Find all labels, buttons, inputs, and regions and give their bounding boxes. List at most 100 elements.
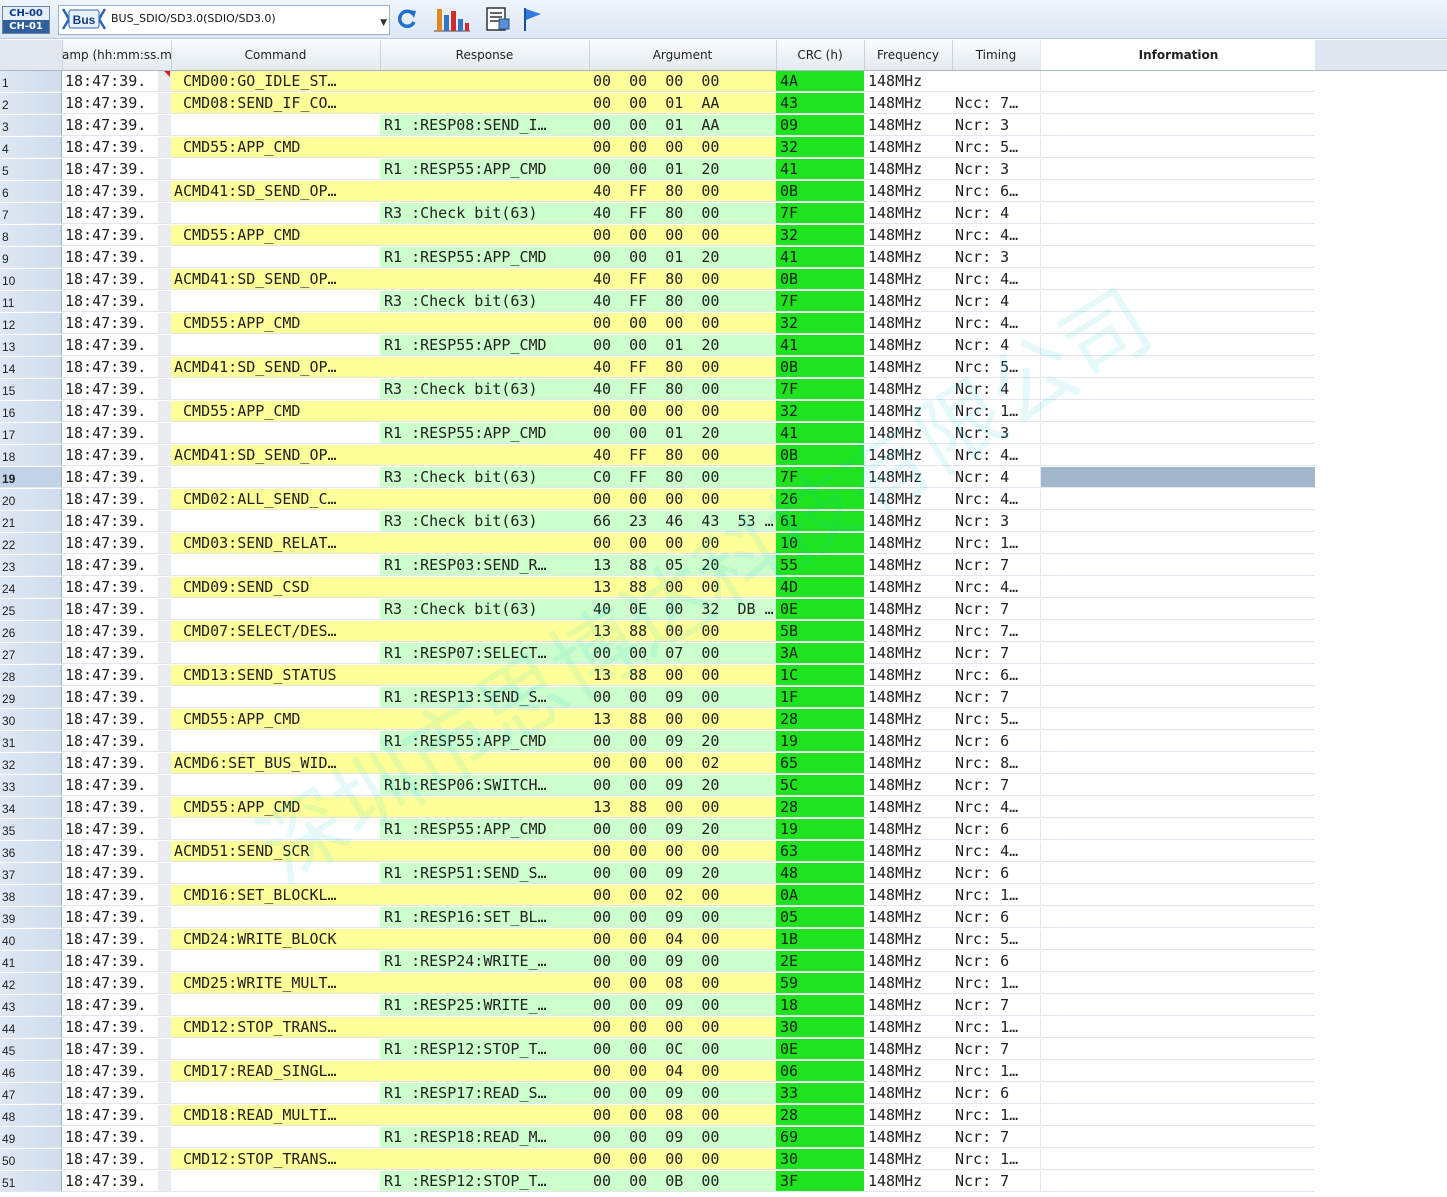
table-row[interactable]: 49 18:47:39. R1 :RESP18:READ_M… 00 00 09 00… (0, 1127, 1447, 1149)
crc-column-header[interactable]: CRC (h) (776, 40, 865, 70)
table-row[interactable]: 4 18:47:39. CMD55:APP_CMD 00 00 00 00 32 148… (0, 137, 1447, 159)
response-cell: R1 :RESP25:WRITE_… (380, 995, 589, 1016)
table-row[interactable]: 40 18:47:39. CMD24:WRITE_BLOCK 00 00 04 00… (0, 929, 1447, 951)
table-row[interactable]: 23 18:47:39. R1 :RESP03:SEND_R… 13 88 05 20… (0, 555, 1447, 577)
table-row[interactable]: 25 18:47:39. R3 :Check bit(63) 40 0E 00 32 … (0, 599, 1447, 621)
statistics-button[interactable] (432, 5, 472, 33)
crc-cell: 59 (776, 973, 864, 994)
table-row[interactable]: 19 18:47:39. R3 :Check bit(63) C0 FF 80 00 7… (0, 467, 1447, 489)
table-row[interactable]: 15 18:47:39. R3 :Check bit(63) 40 FF 80 00 7… (0, 379, 1447, 401)
table-row[interactable]: 7 18:47:39. R3 :Check bit(63) 40 FF 80 00 7F… (0, 203, 1447, 225)
crc-cell: 7F (776, 291, 864, 312)
frequency-cell: 148MHz (864, 885, 952, 906)
argument-column-header[interactable]: Argument (589, 40, 777, 70)
table-row[interactable]: 32 18:47:39. ACMD6:SET_BUS_WID… 00 00 00 02… (0, 753, 1447, 775)
timestamp-overflow-cell (158, 797, 171, 818)
table-row[interactable]: 18 18:47:39. ACMD41:SD_SEND_OP… 40 FF 80 00… (0, 445, 1447, 467)
command-cell (171, 247, 380, 268)
information-cell (1040, 1083, 1315, 1104)
command-column-header[interactable]: Command (171, 40, 381, 70)
table-row[interactable]: 46 18:47:39. CMD17:READ_SINGL… 00 00 04 00… (0, 1061, 1447, 1083)
response-cell: R3 :Check bit(63) (380, 203, 589, 224)
command-cell: ACMD41:SD_SEND_OP… (171, 445, 380, 466)
frequency-cell: 148MHz (864, 687, 952, 708)
table-row[interactable]: 31 18:47:39. R1 :RESP55:APP_CMD 00 00 09 20… (0, 731, 1447, 753)
timing-column-header[interactable]: Timing (952, 40, 1041, 70)
crc-cell: 0B (776, 357, 864, 378)
frequency-cell: 148MHz (864, 709, 952, 730)
timestamp-cell: 18:47:39. (62, 159, 158, 180)
timestamp-cell: 18:47:39. (62, 731, 158, 752)
bus-select[interactable]: Bus BUS_SDIO/SD3.0(SDIO/SD3.0) ▼ (58, 5, 390, 35)
table-row[interactable]: 42 18:47:39. CMD25:WRITE_MULT… 00 00 08 00… (0, 973, 1447, 995)
frequency-cell: 148MHz (864, 951, 952, 972)
table-row[interactable]: 51 18:47:39. R1 :RESP12:STOP_T… 00 00 0B 00… (0, 1171, 1447, 1193)
timing-cell: Nrc: 6… (952, 181, 1040, 202)
crc-cell: 41 (776, 423, 864, 444)
table-row[interactable]: 12 18:47:39. CMD55:APP_CMD 00 00 00 00 32 14… (0, 313, 1447, 335)
table-row[interactable]: 2 18:47:39. CMD08:SEND_IF_CO… 00 00 01 AA 4… (0, 93, 1447, 115)
timestamp-overflow-cell (158, 357, 171, 378)
marker-button[interactable] (518, 5, 546, 33)
information-cell (1040, 951, 1315, 972)
crc-cell: 10 (776, 533, 864, 554)
row-number: 1 (0, 71, 62, 92)
table-row[interactable]: 16 18:47:39. CMD55:APP_CMD 00 00 00 00 32 14… (0, 401, 1447, 423)
timestamp-cell: 18:47:39. (62, 907, 158, 928)
timestamp-overflow-cell (158, 599, 171, 620)
table-row[interactable]: 14 18:47:39. ACMD41:SD_SEND_OP… 40 FF 80 00… (0, 357, 1447, 379)
table-row[interactable]: 8 18:47:39. CMD55:APP_CMD 00 00 00 00 32 148… (0, 225, 1447, 247)
table-row[interactable]: 27 18:47:39. R1 :RESP07:SELECT… 00 00 07 00… (0, 643, 1447, 665)
table-row[interactable]: 24 18:47:39. CMD09:SEND_CSD 13 88 00 00 4D 1… (0, 577, 1447, 599)
table-row[interactable]: 38 18:47:39. CMD16:SET_BLOCKL… 00 00 02 00… (0, 885, 1447, 907)
table-row[interactable]: 21 18:47:39. R3 :Check bit(63) 66 23 46 43 … (0, 511, 1447, 533)
table-row[interactable]: 43 18:47:39. R1 :RESP25:WRITE_… 00 00 09 00… (0, 995, 1447, 1017)
table-row[interactable]: 10 18:47:39. ACMD41:SD_SEND_OP… 40 FF 80 00… (0, 269, 1447, 291)
table-row[interactable]: 28 18:47:39. CMD13:SEND_STATUS 13 88 00 00… (0, 665, 1447, 687)
table-row[interactable]: 41 18:47:39. R1 :RESP24:WRITE_… 00 00 09 00… (0, 951, 1447, 973)
timestamp-cell: 18:47:39. (62, 841, 158, 862)
frequency-cell: 148MHz (864, 1127, 952, 1148)
command-cell (171, 1127, 380, 1148)
timestamp-column-header[interactable]: amp (hh:mm:ss.ms (62, 40, 172, 70)
timestamp-cell: 18:47:39. (62, 599, 158, 620)
table-row[interactable]: 39 18:47:39. R1 :RESP16:SET_BL… 00 00 09 00… (0, 907, 1447, 929)
table-row[interactable]: 3 18:47:39. R1 :RESP08:SEND_I… 00 00 01 AA 0… (0, 115, 1447, 137)
table-row[interactable]: 17 18:47:39. R1 :RESP55:APP_CMD 00 00 01 20… (0, 423, 1447, 445)
frequency-cell: 148MHz (864, 599, 952, 620)
row-number: 10 (0, 269, 62, 290)
table-row[interactable]: 26 18:47:39. CMD07:SELECT/DES… 13 88 00 00… (0, 621, 1447, 643)
table-row[interactable]: 34 18:47:39. CMD55:APP_CMD 13 88 00 00 28 14… (0, 797, 1447, 819)
table-row[interactable]: 37 18:47:39. R1 :RESP51:SEND_S… 00 00 09 20… (0, 863, 1447, 885)
table-row[interactable]: 5 18:47:39. R1 :RESP55:APP_CMD 00 00 01 20 4… (0, 159, 1447, 181)
table-row[interactable]: 30 18:47:39. CMD55:APP_CMD 13 88 00 00 28 14… (0, 709, 1447, 731)
timestamp-overflow-cell (158, 1017, 171, 1038)
report-button[interactable] (484, 5, 512, 33)
table-row[interactable]: 29 18:47:39. R1 :RESP13:SEND_S… 00 00 09 00… (0, 687, 1447, 709)
information-column-header[interactable]: Information (1040, 40, 1317, 70)
table-row[interactable]: 1 18:47:39. CMD00:GO_IDLE_ST… 00 00 00 00 4… (0, 71, 1447, 93)
table-row[interactable]: 22 18:47:39. CMD03:SEND_RELAT… 00 00 00 00… (0, 533, 1447, 555)
table-row[interactable]: 47 18:47:39. R1 :RESP17:READ_S… 00 00 09 00… (0, 1083, 1447, 1105)
table-row[interactable]: 45 18:47:39. R1 :RESP12:STOP_T… 00 00 0C 00… (0, 1039, 1447, 1061)
table-row[interactable]: 36 18:47:39. ACMD51:SEND_SCR 00 00 00 00 63 1… (0, 841, 1447, 863)
channel-toggle-button[interactable]: CH-00 CH-01 (2, 6, 50, 34)
timing-cell: Nrc: 1… (952, 1017, 1040, 1038)
table-row[interactable]: 9 18:47:39. R1 :RESP55:APP_CMD 00 00 01 20 4… (0, 247, 1447, 269)
table-row[interactable]: 48 18:47:39. CMD18:READ_MULTI… 00 00 08 00… (0, 1105, 1447, 1127)
table-row[interactable]: 6 18:47:39. ACMD41:SD_SEND_OP… 40 FF 80 00 0… (0, 181, 1447, 203)
refresh-button[interactable] (393, 5, 421, 33)
command-cell: CMD55:APP_CMD (171, 401, 380, 422)
information-cell (1040, 71, 1315, 92)
table-row[interactable]: 20 18:47:39. CMD02:ALL_SEND_C… 00 00 00 00… (0, 489, 1447, 511)
row-number: 40 (0, 929, 62, 950)
table-row[interactable]: 50 18:47:39. CMD12:STOP_TRANS… 00 00 00 00… (0, 1149, 1447, 1171)
table-row[interactable]: 33 18:47:39. R1b:RESP06:SWITCH… 00 00 09 20… (0, 775, 1447, 797)
table-row[interactable]: 11 18:47:39. R3 :Check bit(63) 40 FF 80 00 7… (0, 291, 1447, 313)
frequency-column-header[interactable]: Frequency (864, 40, 953, 70)
row-number-header[interactable] (0, 40, 63, 70)
table-row[interactable]: 13 18:47:39. R1 :RESP55:APP_CMD 00 00 01 20… (0, 335, 1447, 357)
response-column-header[interactable]: Response (380, 40, 590, 70)
table-row[interactable]: 35 18:47:39. R1 :RESP55:APP_CMD 00 00 09 20… (0, 819, 1447, 841)
table-row[interactable]: 44 18:47:39. CMD12:STOP_TRANS… 00 00 00 00… (0, 1017, 1447, 1039)
